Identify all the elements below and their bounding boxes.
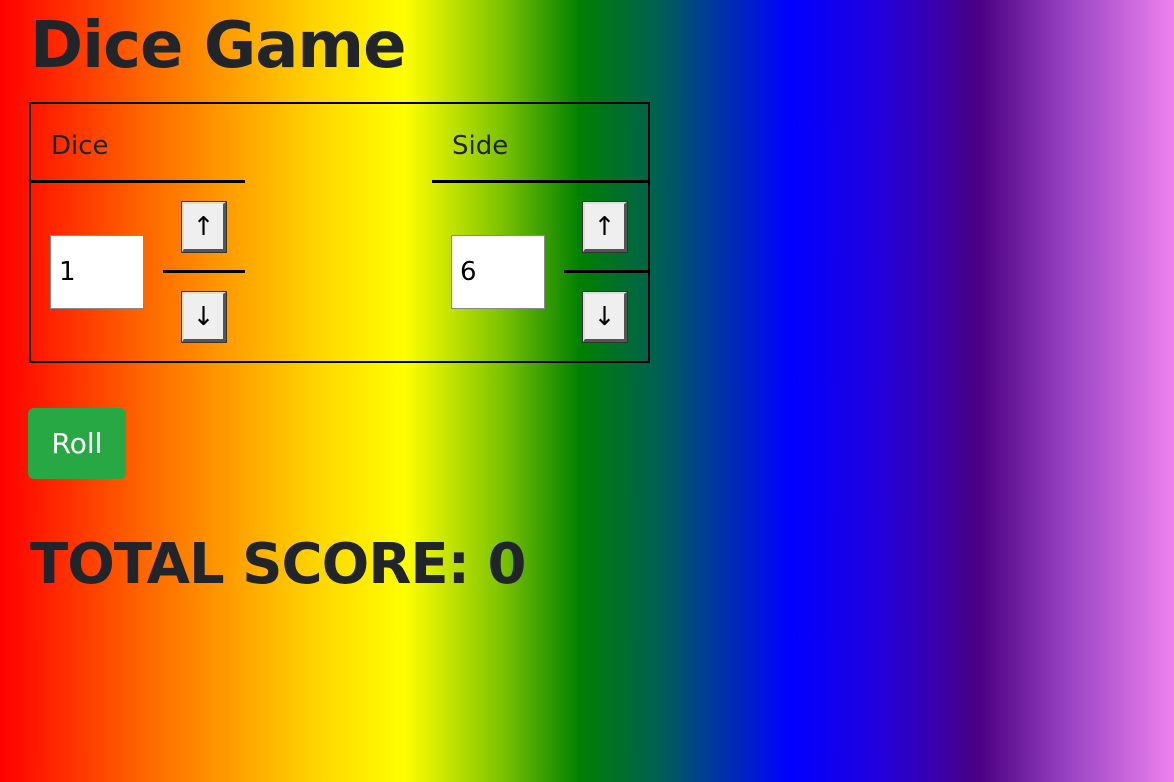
side-header-divider	[432, 180, 648, 183]
dice-header-divider	[31, 180, 245, 183]
dice-column-header: Dice	[51, 131, 109, 161]
total-score: TOTAL SCORE: 0	[30, 532, 526, 597]
arrow-down-icon: ↓	[593, 301, 616, 332]
dice-settings-table: Dice Side ↑ ↓ ↑ ↓	[29, 102, 650, 363]
side-column-header: Side	[452, 131, 509, 161]
arrow-down-icon: ↓	[192, 301, 215, 332]
roll-button[interactable]: Roll	[28, 408, 126, 479]
side-count-input[interactable]	[451, 235, 545, 309]
arrow-up-icon: ↑	[593, 211, 616, 242]
dice-stepper-divider	[163, 270, 245, 273]
arrow-up-icon: ↑	[192, 211, 215, 242]
dice-decrement-button[interactable]: ↓	[181, 291, 227, 343]
page-title: Dice Game	[30, 9, 406, 83]
side-decrement-button[interactable]: ↓	[582, 291, 628, 343]
dice-increment-button[interactable]: ↑	[181, 201, 227, 253]
side-increment-button[interactable]: ↑	[582, 201, 628, 253]
side-stepper-divider	[564, 270, 648, 273]
dice-count-input[interactable]	[50, 235, 144, 309]
